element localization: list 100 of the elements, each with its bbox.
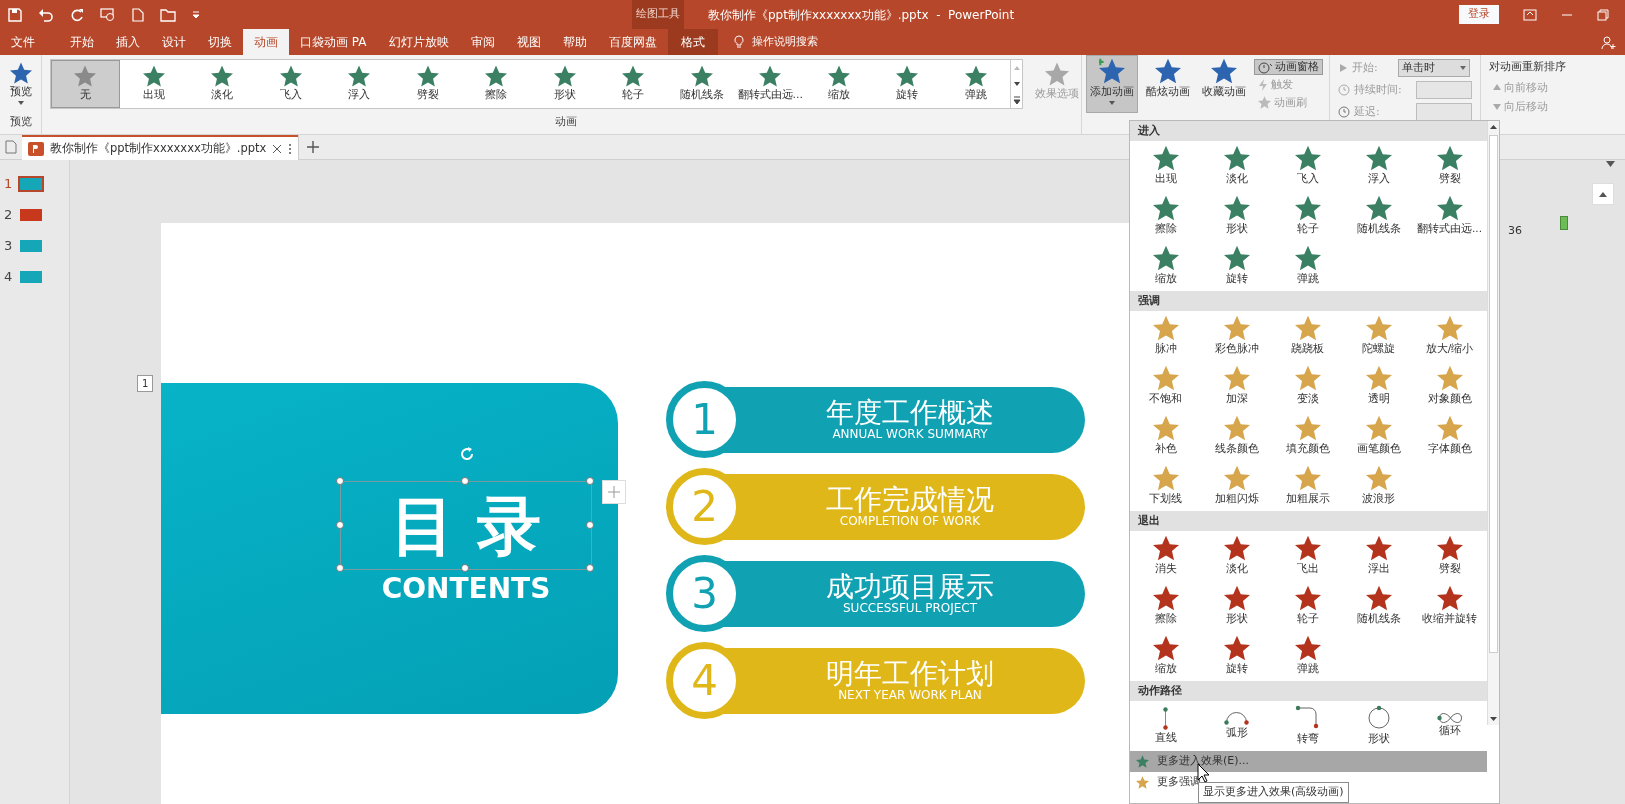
animation-effect[interactable]: 出现 [1130, 141, 1201, 191]
animation-option[interactable]: 出现 [119, 60, 188, 108]
search-field[interactable]: 操作说明搜索 [751, 33, 818, 51]
animation-effect[interactable]: 画笔颜色 [1343, 411, 1414, 461]
slide-thumbnail[interactable] [18, 175, 45, 192]
ribbon-tab[interactable]: 插入 [105, 29, 151, 55]
animation-option[interactable]: 形状 [530, 60, 599, 108]
animation-effect[interactable]: 随机线条 [1343, 191, 1414, 241]
animation-effect[interactable]: 彩色脉冲 [1201, 311, 1272, 361]
animation-effect[interactable]: 形状 [1201, 191, 1272, 241]
scroll-up-button[interactable] [1592, 183, 1614, 205]
animation-effect[interactable]: 线条颜色 [1201, 411, 1272, 461]
preview-button[interactable]: 预览 [0, 59, 41, 108]
animation-effect[interactable]: 淡化 [1201, 141, 1272, 191]
animation-option[interactable]: 缩放 [804, 60, 873, 108]
animation-effect[interactable]: 加粗展示 [1272, 461, 1343, 511]
animation-effect[interactable]: 透明 [1343, 361, 1414, 411]
animation-effect[interactable]: 字体颜色 [1414, 411, 1485, 461]
ribbon-tab[interactable]: 审阅 [459, 29, 506, 55]
animation-effect[interactable]: 擦除 [1130, 581, 1201, 631]
scrollbar[interactable] [1487, 121, 1499, 725]
animation-option[interactable]: 随机线条 [667, 60, 736, 108]
resize-handle[interactable] [461, 477, 469, 485]
animation-pane-button[interactable]: 动画窗格 [1254, 59, 1323, 75]
animation-effect[interactable]: 弹跳 [1272, 241, 1343, 291]
animation-option[interactable]: 飞入 [256, 60, 325, 108]
animation-effect[interactable]: 形状 [1343, 701, 1414, 751]
add-animation-button[interactable]: 添加动画 [1086, 55, 1138, 113]
animation-effect[interactable]: 收缩并旋转 [1414, 581, 1485, 631]
animation-effect[interactable]: 旋转 [1201, 631, 1272, 681]
animation-effect[interactable]: 随机线条 [1343, 581, 1414, 631]
animation-effect[interactable]: 陀螺旋 [1343, 311, 1414, 361]
animation-effect[interactable]: 缩放 [1130, 241, 1201, 291]
star-icon [827, 64, 850, 87]
animation-effect[interactable]: 淡化 [1201, 531, 1272, 581]
ribbon-tab[interactable]: 百度网盘 [597, 29, 668, 55]
animation-option[interactable]: 浮入 [325, 60, 394, 108]
animation-effect[interactable]: 脉冲 [1130, 311, 1201, 361]
animation-option[interactable]: 翻转式由远... [736, 60, 805, 108]
animation-effect[interactable]: 劈裂 [1414, 531, 1485, 581]
animation-option[interactable]: 擦除 [462, 60, 531, 108]
duration-field[interactable] [1416, 81, 1472, 99]
animation-effect[interactable]: 转弯 [1272, 701, 1343, 751]
resize-handle[interactable] [336, 564, 344, 572]
animation-effect[interactable]: 缩放 [1130, 631, 1201, 681]
ribbon-tab[interactable]: 文件 [0, 29, 59, 55]
resize-handle[interactable] [336, 520, 344, 529]
animation-effect[interactable]: 直线 [1130, 701, 1201, 751]
animation-effect[interactable]: 加粗闪烁 [1201, 461, 1272, 511]
animation-effect[interactable]: 波浪形 [1343, 461, 1414, 511]
animation-effect[interactable]: 消失 [1130, 531, 1201, 581]
animation-effect[interactable]: 不饱和 [1130, 361, 1201, 411]
ribbon-tab[interactable]: 切换 [197, 29, 243, 55]
ribbon-tab[interactable]: 幻灯片放映 [377, 29, 460, 55]
animation-option[interactable]: 淡化 [188, 60, 257, 108]
ribbon-tab[interactable]: 口袋动画 PA [289, 29, 378, 55]
menu-command[interactable]: 更多进入效果(E)... [1130, 751, 1487, 772]
animation-effect[interactable]: 飞出 [1272, 531, 1343, 581]
ribbon-tab[interactable]: 设计 [151, 29, 197, 55]
animation-option[interactable]: 劈裂 [393, 60, 462, 108]
animation-option[interactable]: 弹跳 [941, 60, 1010, 108]
animation-effect[interactable]: 形状 [1201, 581, 1272, 631]
animation-effect[interactable]: 循环 [1414, 701, 1485, 751]
animation-effect[interactable]: 轮子 [1272, 191, 1343, 241]
ribbon-tab[interactable]: 动画 [243, 29, 289, 55]
animation-effect[interactable]: 加深 [1201, 361, 1272, 411]
ribbon-tab[interactable]: 开始 [59, 29, 105, 55]
animation-option[interactable]: 轮子 [599, 60, 668, 108]
resize-handle[interactable] [586, 564, 594, 572]
animation-effect[interactable]: 放大/缩小 [1414, 311, 1485, 361]
animation-effect[interactable]: 补色 [1130, 411, 1201, 461]
animation-effect[interactable]: 跷跷板 [1272, 311, 1343, 361]
animation-effect[interactable]: 翻转式由远... [1414, 191, 1485, 241]
animation-effect[interactable]: 浮出 [1343, 531, 1414, 581]
resize-handle[interactable] [336, 477, 344, 485]
ribbon-tab[interactable]: 帮助 [551, 29, 598, 55]
animation-effect[interactable]: 飞入 [1272, 141, 1343, 191]
animation-effect[interactable]: 变淡 [1272, 361, 1343, 411]
resize-handle[interactable] [461, 564, 469, 572]
resize-handle[interactable] [586, 520, 594, 529]
ribbon-tab[interactable]: 格式 [667, 29, 718, 55]
start-dropdown[interactable]: 单击时 [1398, 59, 1470, 77]
animation-effect[interactable]: 劈裂 [1414, 141, 1485, 191]
reorder-heading: 对动画重新排序 [1489, 59, 1566, 75]
animation-effect[interactable]: 弹跳 [1272, 631, 1343, 681]
animation-effect[interactable]: 填充颜色 [1272, 411, 1343, 461]
animation-effect[interactable]: 对象颜色 [1414, 361, 1485, 411]
animation-effect[interactable]: 轮子 [1272, 581, 1343, 631]
resize-handle[interactable] [586, 477, 594, 485]
delay-field[interactable] [1416, 103, 1472, 121]
animation-effect[interactable]: 下划线 [1130, 461, 1201, 511]
ribbon-tab[interactable]: 视图 [505, 29, 552, 55]
animation-effect[interactable]: 浮入 [1343, 141, 1414, 191]
document-tab[interactable]: 教你制作《ppt制作xxxxxxx功能》.pptx [22, 135, 299, 160]
login-button[interactable]: 登录 [1459, 5, 1499, 24]
animation-effect[interactable]: 旋转 [1201, 241, 1272, 291]
animation-option[interactable]: 旋转 [873, 60, 942, 108]
animation-effect[interactable]: 擦除 [1130, 191, 1201, 241]
animation-effect[interactable]: 弧形 [1201, 701, 1272, 751]
animation-option[interactable]: 无 [51, 60, 120, 108]
